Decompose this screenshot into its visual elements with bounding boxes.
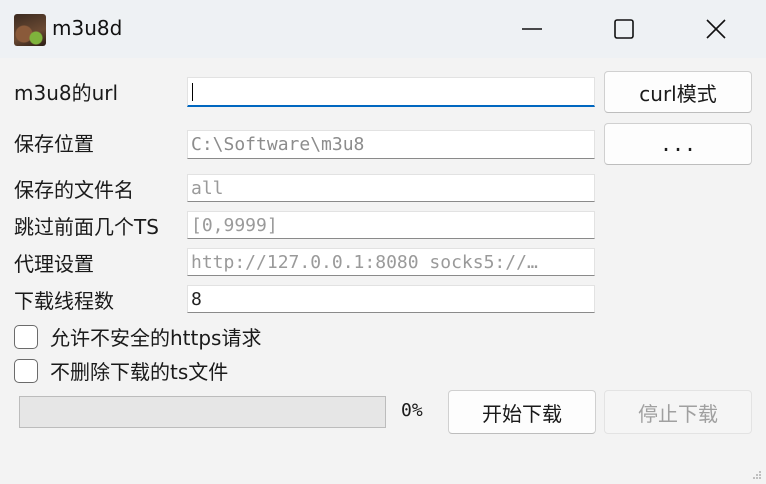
thread-count-field[interactable] bbox=[187, 285, 595, 313]
minimize-icon bbox=[522, 28, 542, 30]
download-progress-bar bbox=[19, 396, 386, 428]
save-location-label: 保存位置 bbox=[14, 132, 94, 156]
save-location-field[interactable] bbox=[187, 130, 595, 159]
url-label: m3u8的url bbox=[14, 81, 119, 105]
skip-ts-label: 跳过前面几个TS bbox=[14, 215, 159, 239]
browse-button[interactable]: ... bbox=[604, 123, 752, 165]
insecure-https-label: 允许不安全的https请求 bbox=[50, 326, 262, 350]
file-name-label: 保存的文件名 bbox=[14, 178, 134, 202]
file-name-input[interactable] bbox=[188, 175, 594, 201]
insecure-https-checkbox[interactable] bbox=[14, 324, 38, 349]
text-caret bbox=[192, 83, 193, 101]
start-download-button[interactable]: 开始下载 bbox=[448, 390, 596, 434]
maximize-icon bbox=[614, 19, 634, 39]
thread-count-input[interactable] bbox=[188, 286, 594, 312]
curl-mode-button[interactable]: curl模式 bbox=[604, 71, 752, 113]
url-input[interactable] bbox=[188, 78, 594, 105]
proxy-label: 代理设置 bbox=[14, 252, 94, 276]
save-location-input[interactable] bbox=[188, 131, 594, 158]
keep-ts-label: 不删除下载的ts文件 bbox=[50, 360, 229, 384]
app-photo-icon bbox=[14, 14, 46, 46]
stop-download-button[interactable]: 停止下载 bbox=[604, 390, 752, 434]
keep-ts-checkbox[interactable] bbox=[14, 358, 38, 383]
insecure-https-option[interactable]: 允许不安全的https请求 bbox=[14, 322, 261, 351]
file-name-field[interactable] bbox=[187, 174, 595, 202]
progress-percent: 0% bbox=[401, 400, 423, 421]
close-button[interactable] bbox=[670, 0, 762, 58]
keep-ts-option[interactable]: 不删除下载的ts文件 bbox=[14, 356, 228, 385]
title-bar[interactable]: m3u8d bbox=[0, 0, 766, 58]
skip-ts-field[interactable] bbox=[187, 211, 595, 239]
thread-count-label: 下载线程数 bbox=[14, 289, 114, 313]
proxy-input[interactable] bbox=[188, 249, 594, 275]
close-icon bbox=[706, 19, 726, 39]
minimize-button[interactable] bbox=[486, 0, 578, 58]
proxy-field[interactable] bbox=[187, 248, 595, 276]
skip-ts-input[interactable] bbox=[188, 212, 594, 238]
resize-grip-icon[interactable] bbox=[752, 470, 762, 480]
window-title: m3u8d bbox=[52, 16, 123, 40]
maximize-button[interactable] bbox=[578, 0, 670, 58]
url-field[interactable] bbox=[187, 77, 595, 107]
